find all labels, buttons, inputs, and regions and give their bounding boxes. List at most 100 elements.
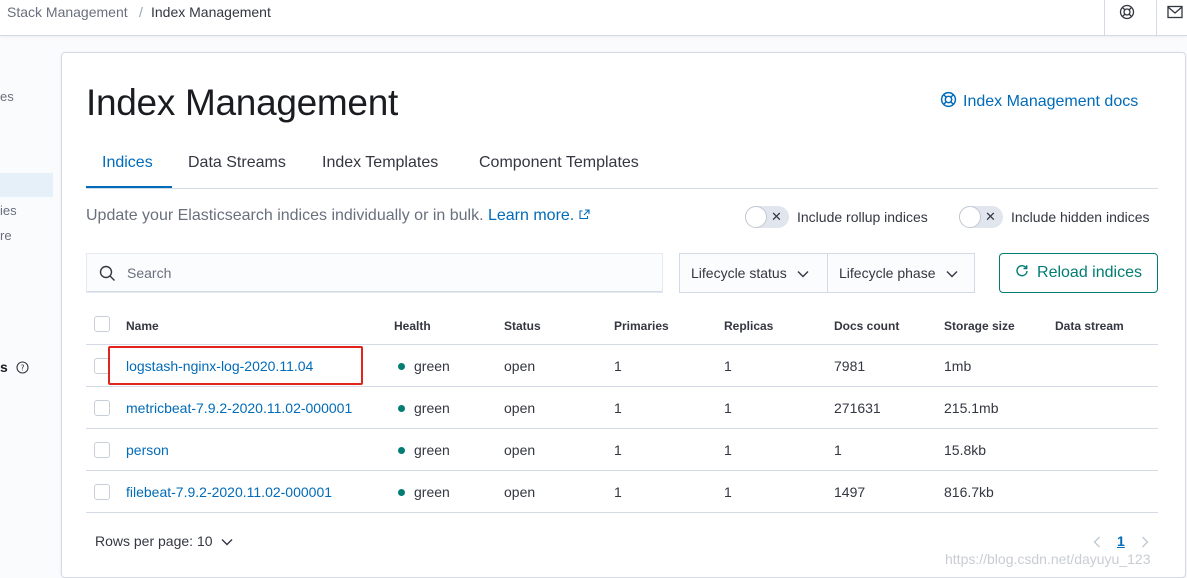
column-header-docs-count[interactable]: Docs count — [834, 319, 899, 333]
storage-size-cell: 15.8kb — [944, 442, 987, 458]
highlight-box — [108, 346, 363, 385]
filter-label: Lifecycle status — [691, 265, 787, 281]
rollup-switch[interactable]: ✕ — [745, 206, 789, 228]
chevron-down-icon — [797, 265, 809, 281]
storage-size-cell: 816.7kb — [944, 484, 994, 500]
row-checkbox[interactable] — [94, 442, 110, 458]
index-name-link[interactable]: person — [126, 442, 169, 458]
close-icon: ✕ — [771, 209, 782, 224]
column-header-health[interactable]: Health — [394, 319, 431, 333]
tab-component-templates[interactable]: Component Templates — [479, 154, 639, 172]
health-dot-icon — [398, 405, 405, 412]
description-text: Update your Elasticsearch indices indivi… — [86, 207, 484, 224]
health-cell: green — [398, 442, 450, 458]
watermark-text: https://blog.csdn.net/dayuyu_123 — [945, 551, 1151, 567]
health-cell: green — [398, 400, 450, 416]
column-header-primaries[interactable]: Primaries — [614, 319, 669, 333]
learn-more-link[interactable]: Learn more. — [488, 207, 590, 224]
toggle-label: Include rollup indices — [797, 209, 928, 225]
status-cell: open — [504, 484, 536, 500]
lifecycle-status-filter[interactable]: Lifecycle status — [691, 254, 809, 292]
filter-label: Lifecycle phase — [839, 265, 936, 281]
chevron-right-icon[interactable] — [1141, 535, 1149, 551]
lifecycle-phase-filter[interactable]: Lifecycle phase — [839, 254, 958, 292]
index-name-link[interactable]: metricbeat-7.9.2-2020.11.02-000001 — [126, 400, 352, 416]
sidebar-item-selected[interactable] — [0, 173, 53, 197]
svg-text:?: ? — [20, 364, 24, 373]
search-input[interactable]: Search — [86, 253, 663, 293]
replicas-cell: 1 — [724, 400, 732, 416]
search-placeholder: Search — [127, 265, 172, 281]
primaries-cell: 1 — [614, 358, 622, 374]
reload-indices-button[interactable]: Reload indices — [999, 253, 1158, 293]
tab-index-templates[interactable]: Index Templates — [322, 154, 438, 172]
close-icon: ✕ — [985, 209, 996, 224]
primaries-cell: 1 — [614, 442, 622, 458]
toggle-hidden-indices[interactable]: ✕ Include hidden indices — [959, 206, 1150, 228]
replicas-cell: 1 — [724, 484, 732, 500]
table-row: metricbeat-7.9.2-2020.11.02-000001 green… — [86, 387, 1158, 429]
hidden-switch[interactable]: ✕ — [959, 206, 1003, 228]
sidebar-item-fragment[interactable]: ies — [0, 203, 17, 218]
column-header-storage-size[interactable]: Storage size — [944, 319, 1015, 333]
column-header-data-stream[interactable]: Data stream — [1055, 319, 1124, 333]
replicas-cell: 1 — [724, 358, 732, 374]
health-cell: green — [398, 358, 450, 374]
column-header-name[interactable]: Name — [126, 319, 159, 333]
reload-label: Reload indices — [1037, 264, 1142, 281]
docs-count-cell: 1 — [834, 442, 842, 458]
switch-knob — [959, 206, 981, 228]
sidebar-item-fragment[interactable]: re — [0, 228, 12, 243]
tab-data-streams[interactable]: Data Streams — [188, 154, 286, 172]
column-header-status[interactable]: Status — [504, 319, 541, 333]
column-header-replicas[interactable]: Replicas — [724, 319, 773, 333]
row-checkbox[interactable] — [94, 484, 110, 500]
breadcrumb-separator: / — [139, 4, 143, 20]
mail-icon[interactable] — [1166, 3, 1184, 21]
primaries-cell: 1 — [614, 400, 622, 416]
breadcrumb-stack-management[interactable]: Stack Management — [7, 4, 128, 20]
health-dot-icon — [398, 447, 405, 454]
health-value: green — [414, 442, 450, 458]
top-divider — [1104, 0, 1105, 36]
storage-size-cell: 1mb — [944, 358, 972, 374]
status-cell: open — [504, 400, 536, 416]
refresh-icon — [1015, 264, 1029, 283]
health-cell: green — [398, 484, 450, 500]
docs-link[interactable]: Index Management docs — [940, 91, 1138, 113]
top-divider — [1156, 0, 1157, 36]
toggle-rollup-indices[interactable]: ✕ Include rollup indices — [745, 206, 928, 228]
filter-group: Lifecycle status Lifecycle phase — [679, 253, 975, 293]
storage-size-cell: 215.1mb — [944, 400, 999, 416]
health-value: green — [414, 358, 450, 374]
top-bar: Stack Management / Index Management — [0, 0, 1187, 36]
health-value: green — [414, 400, 450, 416]
health-dot-icon — [398, 363, 405, 370]
toggle-label: Include hidden indices — [1011, 209, 1150, 225]
external-link-icon — [579, 207, 590, 224]
docs-count-cell: 1497 — [834, 484, 866, 500]
chevron-left-icon[interactable] — [1093, 535, 1101, 551]
rows-per-page-button[interactable]: Rows per page: 10 — [95, 533, 233, 549]
docs-link-label: Index Management docs — [963, 93, 1139, 110]
page-number-current[interactable]: 1 — [1117, 533, 1125, 549]
search-icon — [99, 265, 116, 287]
chevron-down-icon — [946, 265, 958, 281]
status-cell: open — [504, 442, 536, 458]
switch-knob — [745, 206, 767, 228]
tab-indices[interactable]: Indices — [102, 154, 153, 172]
row-checkbox[interactable] — [94, 400, 110, 416]
rows-per-page-label: Rows per page: 10 — [95, 533, 213, 549]
breadcrumb-index-management: Index Management — [151, 4, 271, 20]
replicas-cell: 1 — [724, 442, 732, 458]
health-dot-icon — [398, 489, 405, 496]
sidebar-item-fragment[interactable]: es — [0, 89, 14, 104]
chevron-down-icon — [221, 533, 233, 549]
select-all-checkbox[interactable] — [94, 316, 110, 332]
active-tab-indicator — [86, 186, 172, 188]
filter-divider — [827, 254, 828, 292]
help-icon[interactable] — [1118, 3, 1136, 21]
index-name-link[interactable]: filebeat-7.9.2-2020.11.02-000001 — [126, 484, 332, 500]
table-row: filebeat-7.9.2-2020.11.02-000001 green o… — [86, 471, 1158, 513]
table-row: person green open 1 1 1 15.8kb — [86, 429, 1158, 471]
